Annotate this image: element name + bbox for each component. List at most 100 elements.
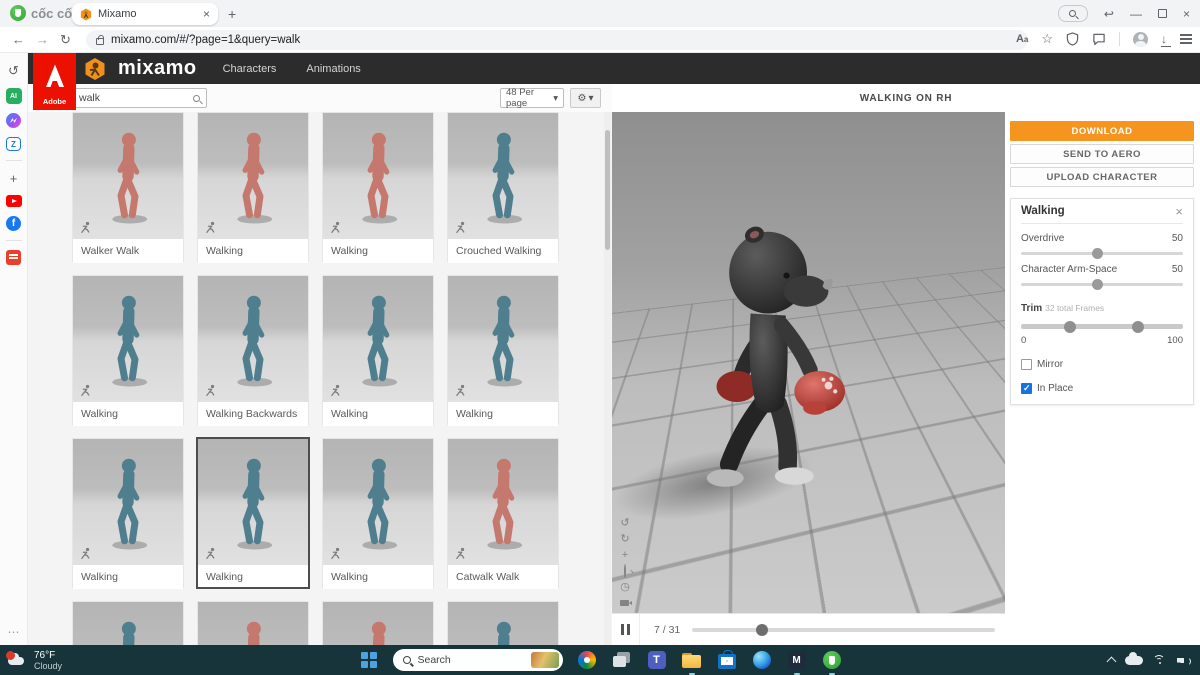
file-explorer-icon[interactable] (681, 649, 703, 671)
timeline-handle[interactable] (756, 624, 768, 636)
mirror-checkbox[interactable] (1021, 359, 1032, 370)
teams-icon[interactable]: T (646, 649, 668, 671)
settings-gear-button[interactable]: ⚙ ▾ (570, 88, 601, 108)
send-to-device-icon[interactable]: ↩ (1104, 7, 1114, 21)
url-bar[interactable]: mixamo.com/#/?page=1&query=walk (86, 30, 1028, 50)
animation-type-icon (79, 384, 92, 397)
zoom-icon[interactable] (618, 565, 632, 578)
overdrive-slider-handle[interactable] (1092, 248, 1103, 259)
grid-scrollbar[interactable] (604, 112, 611, 645)
animation-card[interactable]: Walking Backwards (197, 275, 309, 425)
downloads-icon[interactable]: ↓ (1161, 33, 1167, 45)
coccoc-news-icon[interactable] (6, 250, 21, 265)
mixamo-logo-text[interactable]: mixamo (118, 57, 197, 80)
mixamo-app: mixamo Characters Animations Adobe walk … (28, 53, 1200, 645)
animation-card[interactable]: Crouched Walking (447, 112, 559, 262)
volume-icon[interactable] (1177, 655, 1190, 666)
bookmark-star-icon[interactable]: ☆ (1041, 31, 1053, 47)
menu-icon[interactable] (1180, 34, 1192, 44)
search-highlight-image[interactable] (531, 652, 559, 668)
orbit-icon[interactable]: ↺ (618, 517, 632, 530)
gear-icon: ⚙ (578, 93, 587, 104)
in-place-option[interactable]: In Place (1021, 383, 1183, 394)
nav-characters[interactable]: Characters (223, 63, 277, 75)
trim-start-handle[interactable] (1064, 321, 1076, 333)
animation-card[interactable]: Walking (197, 112, 309, 262)
rotate-icon[interactable]: ↻ (618, 533, 632, 546)
send-to-aero-button[interactable]: SEND TO AERO (1010, 144, 1194, 164)
tab-close-icon[interactable]: × (203, 8, 210, 20)
taskbar-search[interactable]: Search (393, 649, 563, 671)
adobe-logo[interactable]: Adobe (33, 53, 76, 110)
animation-card[interactable] (197, 601, 309, 645)
animation-search-input[interactable]: walk (72, 88, 207, 108)
animation-card[interactable]: Walking (197, 438, 309, 588)
animation-card[interactable] (322, 601, 434, 645)
facebook-icon[interactable]: f (6, 216, 21, 231)
messenger-icon[interactable] (6, 113, 21, 128)
task-view-icon[interactable] (611, 649, 633, 671)
weather-widget[interactable]: 76°F Cloudy (6, 650, 62, 671)
arm-space-slider[interactable] (1021, 283, 1183, 286)
ai-assistant-icon[interactable]: AI (6, 88, 22, 104)
camera-icon[interactable] (618, 597, 632, 606)
reload-button[interactable]: ↻ (60, 31, 71, 49)
arm-space-slider-handle[interactable] (1092, 279, 1103, 290)
animation-card[interactable]: Walking (72, 275, 184, 425)
animation-card[interactable] (447, 601, 559, 645)
m-app-icon[interactable]: M (786, 649, 808, 671)
overdrive-slider[interactable] (1021, 252, 1183, 255)
animation-card[interactable]: Walking (322, 438, 434, 588)
photos-icon[interactable] (576, 649, 598, 671)
start-button[interactable] (358, 649, 380, 671)
in-place-checkbox[interactable] (1021, 383, 1032, 394)
tab-search-icon[interactable] (1058, 5, 1088, 22)
download-button[interactable]: DOWNLOAD (1010, 121, 1194, 141)
per-page-select[interactable]: 48 Per page ▾ (500, 88, 564, 108)
trim-min: 0 (1021, 335, 1026, 346)
translate-icon[interactable]: Aa (1016, 33, 1028, 45)
back-button[interactable]: ← (12, 31, 25, 49)
zalo-icon[interactable]: Z (6, 137, 21, 151)
nav-animations[interactable]: Animations (306, 63, 360, 75)
minimize-button[interactable]: — (1130, 7, 1142, 21)
3d-viewport[interactable]: ↺ ↻ + ◷ (612, 112, 1005, 613)
forward-button[interactable]: → (36, 31, 49, 49)
animation-card[interactable]: Catwalk Walk (447, 438, 559, 588)
trim-end-handle[interactable] (1132, 321, 1144, 333)
pan-icon[interactable]: + (618, 549, 632, 562)
trim-range-slider[interactable] (1021, 324, 1183, 329)
maximize-button[interactable] (1158, 9, 1167, 18)
animation-card[interactable]: Walking (322, 112, 434, 262)
upload-character-button[interactable]: UPLOAD CHARACTER (1010, 167, 1194, 187)
history-icon[interactable]: ↺ (6, 63, 22, 79)
onedrive-icon[interactable] (1125, 656, 1143, 665)
chevron-up-icon[interactable] (1107, 657, 1117, 667)
shield-icon[interactable] (1066, 32, 1079, 46)
mirror-option[interactable]: Mirror (1021, 359, 1183, 370)
animation-card[interactable]: Walker Walk (72, 112, 184, 262)
scrollbar-thumb[interactable] (605, 130, 610, 250)
youtube-icon[interactable] (6, 195, 22, 207)
microsoft-store-icon[interactable] (716, 649, 738, 671)
add-shortcut-icon[interactable]: + (6, 170, 22, 186)
new-tab-button[interactable]: + (228, 7, 236, 21)
animation-card[interactable]: Walking (447, 275, 559, 425)
close-window-button[interactable]: × (1183, 7, 1190, 21)
pause-button[interactable] (612, 614, 640, 645)
animation-card[interactable]: Walking (72, 438, 184, 588)
close-icon[interactable]: × (1175, 205, 1183, 218)
timeline-slider[interactable] (692, 628, 995, 632)
animation-type-icon (454, 547, 467, 560)
character-model[interactable] (692, 224, 887, 516)
animation-card[interactable]: Walking (322, 275, 434, 425)
browser-tab-mixamo[interactable]: Mixamo × (72, 3, 218, 25)
wifi-icon[interactable] (1153, 655, 1167, 666)
chat-icon[interactable] (1092, 33, 1106, 46)
sidebar-more-icon[interactable]: ⋯ (8, 625, 20, 639)
reset-icon[interactable]: ◷ (618, 581, 632, 594)
animation-card[interactable] (72, 601, 184, 645)
coccoc-taskbar-icon[interactable] (821, 649, 843, 671)
profile-avatar[interactable] (1133, 32, 1148, 47)
edge-icon[interactable] (751, 649, 773, 671)
